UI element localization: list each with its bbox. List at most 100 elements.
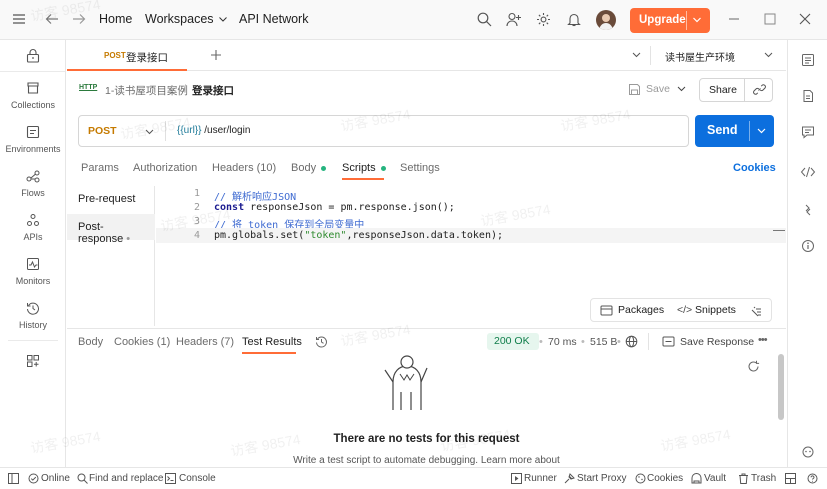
response-tab-test-results[interactable]: Test Results — [242, 336, 302, 348]
save-response-icon — [662, 336, 675, 347]
chevron-down-icon[interactable] — [757, 128, 766, 134]
comments-icon[interactable] — [800, 124, 816, 140]
tab-params[interactable]: Params — [81, 162, 119, 174]
response-tab-cookies[interactable]: Cookies (1) — [114, 336, 170, 348]
post-response-label: Post-response — [78, 221, 124, 245]
environment-selector[interactable]: 读书屋生产环境 — [665, 49, 775, 64]
sidebar-item-collections[interactable]: Collections — [0, 80, 66, 110]
packages-button[interactable]: Packages — [618, 304, 664, 316]
cookies-button[interactable]: Cookies — [647, 473, 683, 484]
active-tab-indicator — [342, 178, 384, 180]
chevron-down-icon — [764, 52, 773, 58]
status-badge[interactable]: 200 OK — [487, 333, 539, 350]
menu-icon[interactable] — [12, 13, 26, 25]
refresh-icon[interactable] — [747, 360, 760, 373]
history-icon — [0, 300, 66, 316]
tab-scripts[interactable]: Scripts — [342, 162, 386, 174]
breadcrumb-request[interactable]: 登录接口 — [192, 83, 234, 98]
help-bot-icon[interactable] — [800, 444, 816, 460]
search-icon[interactable] — [477, 12, 492, 27]
code-editor[interactable]: 1 // 解析响应JSON 2 const responseJson = pm.… — [156, 186, 786, 326]
snippets-icon: </> — [677, 304, 693, 316]
tab-list-chevron-icon[interactable] — [632, 52, 641, 58]
bell-icon[interactable] — [567, 12, 581, 27]
title-bar: Home Workspaces API Network Upgrade — [0, 0, 827, 40]
console-button[interactable]: Console — [179, 473, 216, 484]
close-icon[interactable] — [799, 13, 811, 25]
save-response-button[interactable]: Save Response — [680, 336, 754, 348]
breadcrumb-collection[interactable]: 1-读书屋项目案例 — [105, 83, 188, 98]
start-proxy-button[interactable]: Start Proxy — [577, 473, 626, 484]
snippets-button[interactable]: Snippets — [695, 304, 736, 316]
help-icon[interactable] — [807, 473, 818, 484]
add-tab-icon[interactable] — [210, 49, 222, 61]
find-replace-button[interactable]: Find and replace — [89, 473, 164, 484]
chevron-down-icon[interactable] — [692, 14, 702, 26]
add-user-icon[interactable] — [506, 12, 522, 27]
toggle-sidebar-icon[interactable] — [8, 473, 19, 484]
request-tab-bar: POST 登录接口 读书屋生产环境 — [67, 40, 786, 71]
tab-settings[interactable]: Settings — [400, 162, 440, 174]
sidebar-item-history[interactable]: History — [0, 300, 66, 330]
more-options-icon[interactable]: ••• — [758, 334, 768, 346]
api-docs-icon[interactable] — [800, 52, 816, 68]
tab-divider — [650, 46, 651, 65]
meta-separator: • — [539, 336, 543, 348]
tab-authorization[interactable]: Authorization — [133, 162, 197, 174]
url-path: /user/login — [201, 125, 251, 136]
beautify-icon[interactable] — [749, 305, 762, 317]
response-size[interactable]: 515 B — [590, 336, 617, 348]
send-button[interactable]: Send — [695, 115, 774, 147]
globe-icon[interactable] — [625, 335, 638, 348]
sidebar-item-environments[interactable]: Environments — [0, 124, 66, 154]
layout-icon[interactable] — [785, 473, 796, 484]
tab-headers[interactable]: Headers (10) — [212, 162, 276, 174]
breadcrumb: HTTP 1-读书屋项目案例 / 登录接口 Save Share — [67, 72, 786, 108]
code-icon[interactable] — [800, 164, 816, 180]
related-collections-icon[interactable] — [800, 202, 816, 218]
response-tab-headers[interactable]: Headers (7) — [176, 336, 234, 348]
add-workbench-icon[interactable] — [26, 354, 40, 368]
maximize-icon[interactable] — [764, 13, 776, 25]
upgrade-button[interactable]: Upgrade — [630, 8, 710, 33]
sidebar-item-flows[interactable]: Flows — [0, 168, 66, 198]
online-status[interactable]: Online — [41, 473, 70, 484]
info-icon[interactable] — [800, 238, 816, 254]
vault-button[interactable]: Vault — [704, 473, 726, 484]
runner-icon — [511, 473, 522, 484]
save-button[interactable]: Save — [646, 83, 670, 95]
tab-body[interactable]: Body — [291, 162, 327, 174]
post-response-tab[interactable]: Post-response • — [67, 214, 155, 245]
share-label: Share — [709, 84, 738, 96]
trash-button[interactable]: Trash — [751, 473, 776, 484]
method-label: POST — [88, 125, 117, 137]
request-tab[interactable]: POST 登录接口 — [67, 40, 187, 71]
tab-method: POST — [104, 51, 126, 60]
home-link[interactable]: Home — [99, 12, 132, 26]
scrollbar-thumb[interactable] — [778, 354, 784, 420]
workspaces-menu[interactable]: Workspaces — [145, 12, 227, 26]
status-code: 200 OK — [494, 335, 530, 347]
api-network-link[interactable]: API Network — [239, 12, 308, 26]
pre-request-tab[interactable]: Pre-request — [67, 186, 155, 212]
link-icon[interactable] — [753, 83, 766, 96]
gear-icon[interactable] — [536, 12, 551, 27]
avatar[interactable] — [596, 10, 616, 30]
document-icon[interactable] — [800, 88, 816, 104]
cookies-link[interactable]: Cookies — [733, 162, 776, 174]
minimize-icon[interactable] — [728, 13, 740, 25]
trash-icon — [738, 473, 749, 484]
history-icon[interactable] — [315, 335, 328, 348]
response-tab-body[interactable]: Body — [78, 336, 103, 348]
save-chevron-icon[interactable] — [677, 86, 686, 92]
sidebar-item-apis[interactable]: APIs — [0, 212, 66, 242]
sidebar-item-monitors[interactable]: Monitors — [0, 256, 66, 286]
lock-icon[interactable] — [26, 48, 40, 63]
meta-separator: • — [581, 336, 585, 348]
sidebar-divider — [0, 71, 65, 72]
runner-button[interactable]: Runner — [524, 473, 557, 484]
response-time[interactable]: 70 ms — [548, 336, 577, 348]
breadcrumb-separator: / — [183, 83, 186, 95]
right-rail — [787, 40, 827, 467]
share-button[interactable]: Share — [699, 78, 773, 102]
